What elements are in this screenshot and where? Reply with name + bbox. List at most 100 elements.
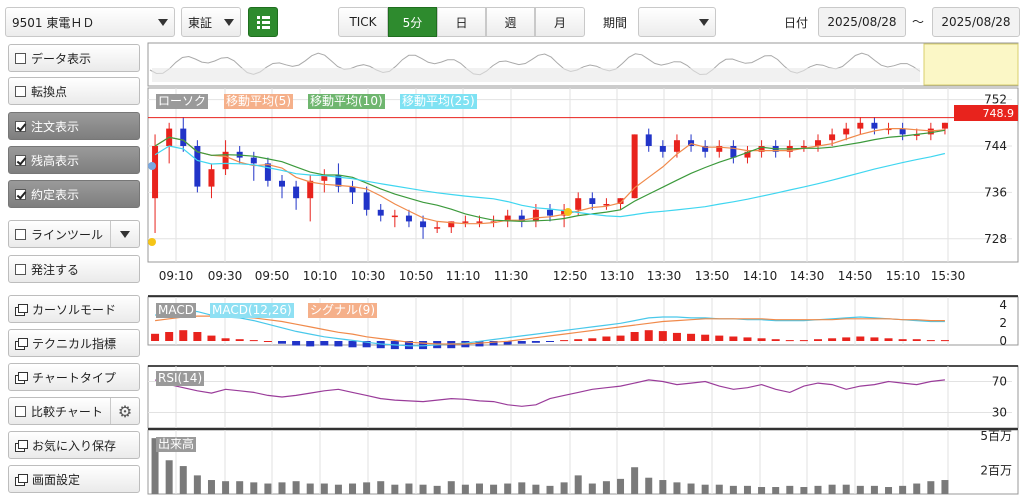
price-tick-2: 736 [984,185,1007,199]
macd-bar [531,341,540,343]
candle-body [857,122,864,129]
macd-bar [179,330,188,341]
macd-bar [546,341,554,342]
volume-bar [574,475,582,494]
volume-bar [461,484,469,494]
volume-bar [800,487,808,494]
volume-bar [250,482,258,494]
volume-bar [842,484,850,494]
macd-bar [348,341,357,348]
macd-bar [165,332,174,341]
macd-bar [658,331,667,341]
macd-bar [814,339,822,341]
volume-bar [870,485,878,494]
legend-signal: シグナル(9) [308,303,377,318]
volume-bar [264,483,272,494]
volume-bar [715,484,723,494]
macd-bar [828,338,837,341]
volume-bar [433,485,441,494]
volume-bar [814,485,822,494]
macd-bar [940,340,949,342]
time-label-7: 11:30 [494,269,529,283]
candle-body [279,180,285,187]
candle-body [899,128,906,135]
macd-bar [926,340,935,342]
candle-body [293,186,300,199]
candle-body [829,134,836,141]
volume-bar [560,482,568,494]
volume-bar [532,484,540,494]
volume-bar [405,483,413,494]
candle-body [307,180,314,199]
macd-bar [278,341,286,344]
time-label-1: 09:30 [208,269,243,283]
volume-bar [236,481,244,494]
macd-bar [151,333,160,341]
candle-body [180,128,187,146]
macd-bar [757,338,766,341]
time-label-3: 10:10 [303,269,338,283]
volume-bar [504,483,512,494]
legend-macd: MACD [156,303,196,318]
macd-bar [221,338,230,341]
candle-body [420,221,427,228]
volume-bar [913,483,921,494]
candle-body [208,169,215,187]
position-marker [564,208,572,216]
macd-bar [263,341,272,342]
volume-bar [701,484,709,494]
time-label-13: 14:30 [790,269,825,283]
signal-line [155,315,945,345]
legend-volume: 出来高 [156,437,197,452]
candle-body [673,140,680,152]
rsi-tick-1: 30 [992,406,1007,420]
volume-bar [490,484,498,494]
legend-rsi: RSI(14) [156,371,205,386]
volume-bar [828,484,836,494]
time-label-10: 13:30 [647,269,682,283]
macd-bar [306,341,315,347]
volume-bar [631,467,639,494]
volume-bar [222,481,230,494]
volume-bar [786,485,794,494]
macd-bar [842,337,851,341]
rsi-line [154,379,945,407]
candle-body [941,122,948,129]
macd-bar [771,339,780,341]
candle-body [405,215,412,222]
volume-bar [602,481,610,494]
price-tick-1: 744 [984,139,1007,153]
macd-bar [517,341,526,344]
volume-bar [447,481,455,494]
volume-bar [278,482,286,494]
macd-bar [729,336,738,341]
candle-body [645,134,652,146]
current-price-tag: 748.9 [954,105,1018,121]
macd-bar [715,335,724,341]
volume-bar [475,483,483,494]
time-label-6: 11:10 [446,269,481,283]
volume-bar [334,484,342,494]
time-label-11: 13:50 [695,269,730,283]
candle-body [589,198,596,204]
volume-bar [856,485,864,494]
volume-bar [518,482,526,494]
volume-bar [320,483,328,494]
candle-body [377,209,384,216]
candle-body [462,221,469,223]
macd-bar [320,341,329,346]
volume-bar [659,480,667,494]
volume-tick-1: 2百万 [980,464,1012,478]
candle-body [871,122,878,129]
time-label-14: 14:50 [838,269,873,283]
macd-bar [249,340,258,342]
volume-bar [377,481,385,494]
macd-tick-1: 2 [999,316,1007,330]
volume-bar [349,483,357,494]
macd-bar [672,332,681,341]
macd-bar [588,338,597,341]
volume-bar [292,481,300,494]
volume-bar [941,480,949,494]
candle-body [532,209,539,222]
volume-bar [207,480,215,494]
